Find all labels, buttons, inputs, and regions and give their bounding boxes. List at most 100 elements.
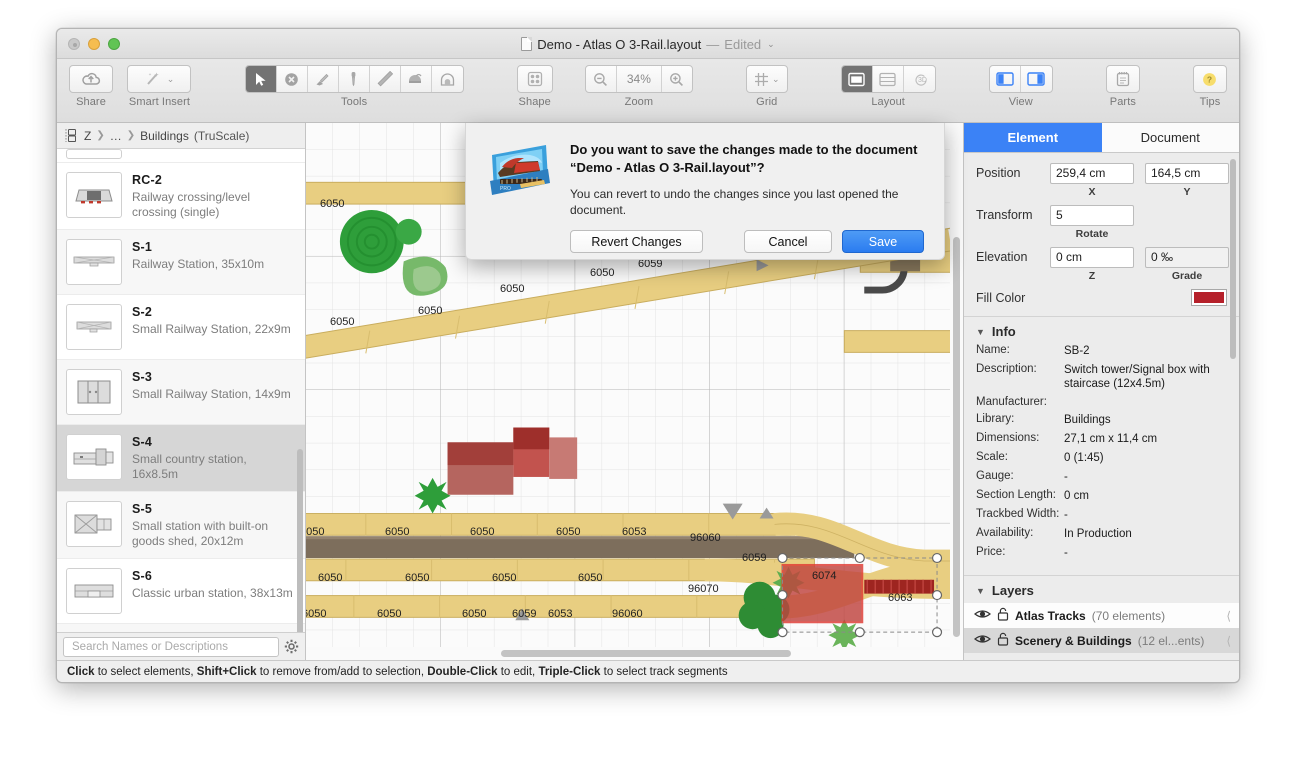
layers-section-header[interactable]: ▼ Layers <box>964 575 1239 603</box>
zoom-in-icon[interactable] <box>662 66 692 92</box>
search-input[interactable]: Search Names or Descriptions <box>63 637 279 657</box>
elevation-z-input[interactable]: 0 cm <box>1050 247 1134 268</box>
grid-button[interactable]: ⌄ <box>746 65 788 93</box>
info-row-key: Price: <box>976 546 1064 560</box>
disclosure-triangle-icon[interactable]: ▼ <box>976 327 985 337</box>
breadcrumb-root[interactable]: Z <box>84 129 91 143</box>
layer-menu-icon[interactable]: ⟨ <box>1226 634 1231 648</box>
track-label: 6050 <box>500 283 524 295</box>
transform-label: Transform <box>976 205 1050 222</box>
parts-library-sidebar: Z ❯ … ❯ Buildings (TruScale) <box>57 123 306 660</box>
share-button[interactable] <box>69 65 113 93</box>
layout-split-icon[interactable] <box>873 66 904 92</box>
ruler-icon[interactable] <box>370 66 401 92</box>
fill-color-swatch[interactable] <box>1191 289 1227 306</box>
layer-menu-icon[interactable]: ⟨ <box>1226 609 1231 623</box>
breadcrumb-current[interactable]: Buildings <box>140 129 189 143</box>
search-bar: Search Names or Descriptions <box>57 632 305 660</box>
list-item[interactable]: S-2 Small Railway Station, 22x9m <box>57 295 305 360</box>
info-table: Name:SB-2Description:Switch tower/Signal… <box>964 344 1239 575</box>
clipboard-icon <box>1116 71 1130 87</box>
disclosure-triangle-icon[interactable]: ▼ <box>976 586 985 596</box>
info-row-key: Name: <box>976 344 1064 358</box>
track-label: 96060 <box>612 608 643 620</box>
zoom-out-icon[interactable] <box>586 66 616 92</box>
select-arrow-icon[interactable] <box>246 66 277 92</box>
status-shortcut: Shift+Click <box>197 666 257 678</box>
tab-document[interactable]: Document <box>1102 123 1240 152</box>
grid-group: ⌄ Grid <box>746 65 788 108</box>
element-properties: Position 259,4 cm X 164,5 cm Y Transform <box>964 153 1239 317</box>
list-item[interactable]: RC-2 Railway crossing/level crossing (si… <box>57 163 305 230</box>
layout-single-icon[interactable] <box>842 66 873 92</box>
zoom-group: 34% Zoom <box>585 65 693 108</box>
cancel-button[interactable]: Cancel <box>744 230 832 253</box>
tunnel-icon[interactable] <box>432 66 463 92</box>
info-row: Section Length:0 cm <box>976 489 1227 503</box>
smart-insert-button[interactable]: ⌄ <box>127 65 191 93</box>
eyedropper-icon[interactable] <box>339 66 370 92</box>
share-group: Share <box>69 65 113 108</box>
part-thumbnail <box>66 568 122 614</box>
track-label: 6059 <box>512 608 536 620</box>
inspector-scrollbar[interactable] <box>1230 159 1236 359</box>
revert-changes-button[interactable]: Revert Changes <box>570 230 703 253</box>
station-thumb-icon <box>72 252 116 272</box>
list-item[interactable]: S-5 Small station with built-on goods sh… <box>57 492 305 559</box>
eye-icon[interactable] <box>974 633 991 648</box>
list-item-selected[interactable]: S-4 Small country station, 16x8.5m <box>57 425 305 492</box>
parts-button[interactable] <box>1106 65 1140 93</box>
save-button[interactable]: Save <box>842 230 924 253</box>
gear-icon[interactable] <box>284 639 299 654</box>
list-item[interactable]: S-7 Small arrivals building with <box>57 624 305 632</box>
zoom-level-value[interactable]: 34% <box>616 66 662 92</box>
eye-icon[interactable] <box>974 608 991 623</box>
parts-list-scrollbar[interactable] <box>297 449 303 632</box>
info-row: Scale:0 (1:45) <box>976 451 1227 465</box>
info-section-header[interactable]: ▼ Info <box>964 317 1239 344</box>
position-x-input[interactable]: 259,4 cm <box>1050 163 1134 184</box>
title-separator: — <box>706 37 719 52</box>
track-label: 6050 <box>320 198 344 210</box>
position-y-input[interactable]: 164,5 cm <box>1145 163 1229 184</box>
track-label: 6050 <box>385 526 409 538</box>
parts-list[interactable]: RC-2 Railway crossing/level crossing (si… <box>57 149 305 632</box>
unlock-icon[interactable] <box>997 632 1009 649</box>
chevron-down-icon[interactable]: ⌄ <box>767 39 775 50</box>
breadcrumb-ellipsis[interactable]: … <box>110 129 122 143</box>
view-left-panel-icon[interactable] <box>990 66 1021 92</box>
shape-button[interactable] <box>517 65 553 93</box>
canvas-vertical-scrollbar[interactable] <box>952 127 961 642</box>
list-item[interactable]: S-1 Railway Station, 35x10m <box>57 230 305 295</box>
track-label: 6053 <box>622 526 646 538</box>
part-description: Classic urban station, 38x13m <box>132 586 293 601</box>
tools-label: Tools <box>341 96 367 108</box>
paintbrush-icon[interactable] <box>308 66 339 92</box>
rotate-input[interactable]: 5 <box>1050 205 1134 226</box>
list-item[interactable] <box>57 149 305 163</box>
shape-grid-icon <box>527 71 543 87</box>
list-item[interactable]: S-6 Classic urban station, 38x13m <box>57 559 305 624</box>
window-titlebar: Demo - Atlas O 3-Rail.layout — Edited ⌄ <box>57 29 1239 59</box>
layer-row[interactable]: Atlas Tracks(70 elements)⟨ <box>964 603 1239 628</box>
list-item[interactable]: S-3 Small Railway Station, 14x9m <box>57 360 305 425</box>
layers-list[interactable]: Atlas Tracks(70 elements)⟨Scenery & Buil… <box>964 603 1239 653</box>
tab-element[interactable]: Element <box>964 123 1102 152</box>
track-label: 6074 <box>812 570 836 582</box>
position-x-sublabel: X <box>1088 186 1095 198</box>
view-right-panel-icon[interactable] <box>1021 66 1052 92</box>
saw-icon[interactable] <box>401 66 432 92</box>
delete-circle-icon[interactable] <box>277 66 308 92</box>
station-thumb-icon <box>71 510 117 538</box>
canvas-horizontal-scrollbar[interactable] <box>306 649 950 658</box>
grade-input[interactable]: 0 ‰ <box>1145 247 1229 268</box>
tips-button[interactable]: ? <box>1193 65 1227 93</box>
track-label: 6059 <box>742 552 766 564</box>
unlock-icon[interactable] <box>997 607 1009 624</box>
track-label: 6050 <box>578 572 602 584</box>
layer-row[interactable]: Scenery & Buildings(12 el...ents)⟨ <box>964 628 1239 653</box>
layout-3d-icon[interactable]: 3D <box>904 66 935 92</box>
desktop-background: Demo - Atlas O 3-Rail.layout — Edited ⌄ … <box>0 0 1296 760</box>
status-hint-text: Click to select elements, Shift+Click to… <box>67 666 728 678</box>
application-window: Demo - Atlas O 3-Rail.layout — Edited ⌄ … <box>56 28 1240 683</box>
